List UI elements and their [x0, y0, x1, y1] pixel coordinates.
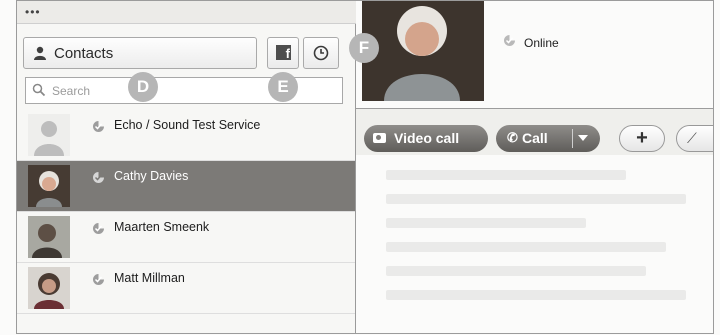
online-status-icon — [504, 35, 515, 46]
default-avatar — [28, 114, 70, 156]
contact-row[interactable]: Echo / Sound Test Service — [17, 110, 355, 161]
search-placeholder: Search — [52, 84, 91, 98]
facebook-icon: f — [276, 45, 291, 61]
facebook-button[interactable]: f — [267, 37, 299, 69]
video-call-label: Video call — [394, 130, 460, 146]
contact-row[interactable]: Matt Millman — [17, 263, 355, 314]
contacts-pane: Contacts f Search Echo / Sound Test Serv… — [17, 24, 356, 333]
add-people-button[interactable]: + — [619, 125, 665, 152]
history-button[interactable] — [303, 37, 339, 69]
more-button[interactable]: ⟋ — [676, 125, 713, 152]
online-status-label: Online — [524, 36, 559, 50]
avatar — [28, 216, 70, 258]
video-call-button[interactable]: Video call — [364, 125, 488, 152]
avatar — [28, 267, 70, 309]
status-icon — [93, 223, 104, 234]
call-label: Call — [522, 130, 548, 146]
contact-name: Echo / Sound Test Service — [114, 118, 261, 132]
contact-name: Maarten Smeenk — [114, 220, 210, 234]
video-camera-icon — [373, 133, 386, 143]
menu-dots-icon[interactable]: ••• — [25, 5, 41, 19]
contact-name: Cathy Davies — [114, 169, 189, 183]
title-strip: ••• — [17, 1, 357, 24]
conversation-pane: Online Video call ✆ Call + ⟋ — [356, 1, 713, 333]
profile-picture — [362, 1, 484, 101]
contact-name: Matt Millman — [114, 271, 185, 285]
phone-icon: ✆ — [507, 130, 518, 145]
contacts-label: Contacts — [54, 45, 114, 62]
contacts-button[interactable]: Contacts — [23, 37, 257, 69]
chevron-down-icon[interactable] — [578, 135, 588, 141]
person-icon — [34, 46, 46, 60]
divider — [572, 129, 573, 148]
profile-photo — [362, 1, 484, 101]
background-page-text — [356, 156, 713, 333]
status-icon — [93, 172, 104, 183]
callout-f: F — [349, 33, 379, 63]
avatar-photo — [36, 171, 62, 207]
avatar-photo — [28, 216, 70, 258]
status-icon — [93, 274, 104, 285]
more-icon: ⟋ — [687, 130, 697, 146]
callout-e: E — [268, 72, 298, 102]
contact-row-selected[interactable]: Cathy Davies — [17, 161, 355, 212]
status-icon — [93, 121, 104, 132]
avatar-photo — [28, 267, 70, 309]
contact-row[interactable]: Maarten Smeenk — [17, 212, 355, 263]
call-button[interactable]: ✆ Call — [496, 125, 600, 152]
default-person-icon — [34, 121, 64, 156]
callout-d: D — [128, 72, 158, 102]
action-bar: Video call ✆ Call + ⟋ — [356, 109, 713, 155]
contact-list: Echo / Sound Test Service Cathy Davies M… — [17, 110, 355, 314]
avatar — [28, 165, 70, 207]
clock-icon — [313, 45, 329, 61]
search-icon — [32, 83, 46, 97]
